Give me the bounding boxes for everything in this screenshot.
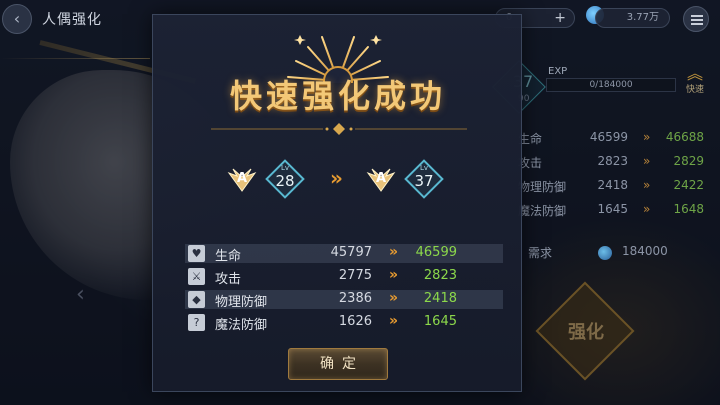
exp-label: EXP (548, 66, 568, 77)
enhance-label: 强化 (568, 322, 604, 343)
stat-name: 魔法防御 (215, 318, 268, 333)
shield-icon: ◆ (188, 291, 205, 308)
header-divider (0, 58, 150, 59)
requirement-label: 需求 (528, 246, 553, 260)
stat-new-value: 2823 (423, 268, 457, 283)
quick-label: 快速 (685, 85, 704, 95)
gem-icon (598, 246, 612, 260)
heart-icon: ♥ (188, 245, 205, 262)
arrow-icon: » (389, 267, 399, 283)
magic-shield-icon: ? (188, 314, 205, 331)
quick-enhance-button[interactable]: ︽ 快速 (680, 64, 710, 96)
stat-old-value: 1626 (338, 314, 372, 329)
menu-icon (691, 15, 703, 17)
to-level: 37 (414, 172, 434, 190)
stat-name: 攻击 (215, 272, 242, 287)
arrow-icon: » (389, 290, 399, 306)
stat-preview-list: 生命 46599 » 46688 攻击 2823 » 2829 物理防御 241… (518, 130, 708, 226)
exp-value: 0/184000 (589, 80, 633, 90)
confirm-button[interactable]: 确定 (288, 348, 388, 380)
page-title: 人偶强化 (42, 12, 102, 28)
stat-old-value: 45797 (330, 245, 372, 260)
list-item: 魔法防御 1645 » 1648 (518, 202, 704, 218)
stat-row-attack: ⚔ 攻击 2775 » 2823 (185, 267, 503, 287)
arrow-icon: » (389, 244, 399, 260)
stat-name: 生命 (215, 249, 242, 264)
arrow-icon: » (389, 313, 399, 329)
dialog-title: 快速强化成功 (229, 77, 446, 115)
previous-arrow[interactable]: ‹ (76, 282, 85, 307)
level-change: A Lv 28 » A Lv 37 (153, 159, 523, 201)
chevron-up-icon: ︽ (686, 64, 703, 83)
title-divider (211, 123, 467, 135)
list-item: 物理防御 2418 » 2422 (518, 178, 704, 194)
stat-list: ♥ 生命 45797 » 46599 ⚔ 攻击 2775 » 2823 ◆ 物理… (185, 244, 503, 336)
rank-letter: A (236, 171, 248, 186)
enhance-panel: 37 90 EXP 0/184000 ︽ 快速 生命 46599 » 46688… (492, 56, 720, 381)
stat-old-value: 2386 (338, 291, 372, 306)
menu-button[interactable] (683, 6, 709, 32)
stat-old-value: 2775 (338, 268, 372, 283)
lv-label: Lv (280, 164, 290, 172)
back-button[interactable]: ‹ (2, 4, 32, 34)
from-level: 28 (275, 172, 295, 190)
stat-new-value: 1645 (423, 314, 457, 329)
sword-icon: ⚔ (188, 268, 205, 285)
stat-name: 物理防御 (215, 295, 268, 310)
stat-row-magic-defense: ? 魔法防御 1626 » 1645 (185, 313, 503, 333)
stat-new-value: 46599 (415, 245, 457, 260)
stat-row-hp: ♥ 生命 45797 » 46599 (185, 244, 503, 264)
add-resource-button[interactable]: + (554, 9, 566, 27)
list-item: 生命 46599 » 46688 (518, 130, 704, 146)
stat-row-physical-defense: ◆ 物理防御 2386 » 2418 (185, 290, 503, 310)
lv-label: Lv (419, 164, 429, 172)
arrow-icon: » (330, 166, 343, 190)
gem-counter: 3.77万 (595, 8, 670, 28)
success-dialog: 快速强化成功 A Lv 28 » A Lv 37 ♥ 生命 45797 » 46… (152, 14, 522, 392)
requirement-value: 184000 (622, 244, 668, 258)
rank-letter: A (375, 171, 387, 186)
list-item: 攻击 2823 » 2829 (518, 154, 704, 170)
stat-new-value: 2418 (423, 291, 457, 306)
